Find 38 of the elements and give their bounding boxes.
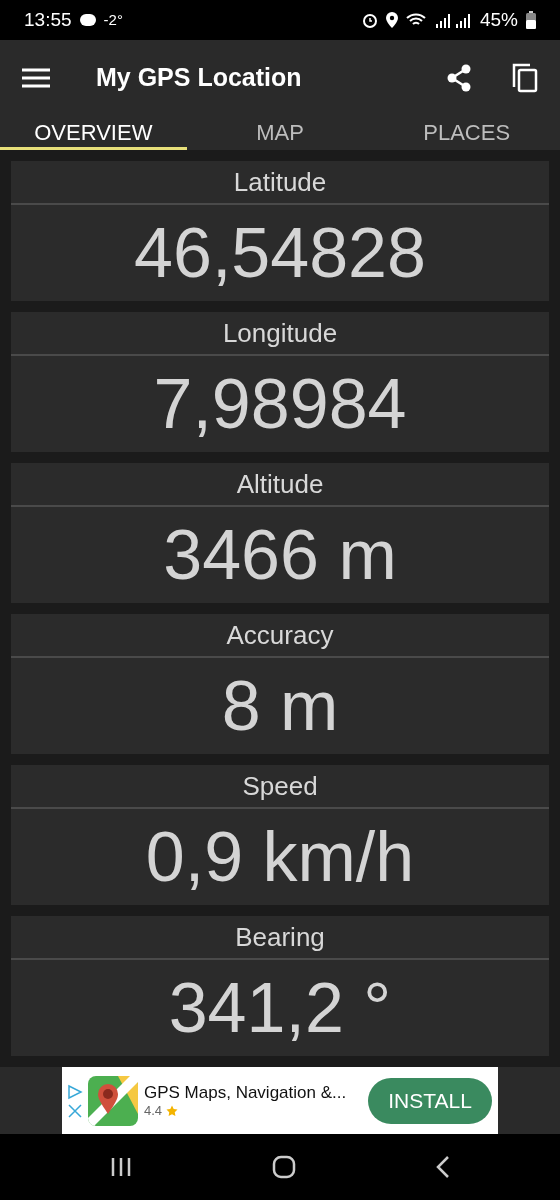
card-label: Accuracy — [11, 613, 549, 658]
location-icon — [385, 11, 398, 28]
ad-title: GPS Maps, Navigation &... — [144, 1083, 348, 1104]
watch-icon — [79, 12, 96, 27]
ad-banner[interactable]: GPS Maps, Navigation &... 4.4 INSTALL — [62, 1066, 498, 1135]
signal-icon — [433, 11, 472, 28]
home-icon[interactable] — [272, 1155, 296, 1180]
temperature: -2° — [103, 11, 123, 29]
card-value: 8 m — [220, 665, 340, 747]
status-time: 13:55 — [24, 8, 72, 31]
app-logo-icon — [88, 1075, 138, 1126]
copy-icon[interactable] — [512, 62, 538, 93]
card-value: 341,2 ° — [167, 967, 393, 1049]
install-button[interactable]: INSTALL — [368, 1077, 492, 1124]
card-label: Latitude — [11, 160, 549, 205]
ad-info-icon[interactable] — [67, 1083, 83, 1100]
tab[interactable]: MAP — [186, 115, 374, 150]
card-label: Longitude — [11, 311, 549, 356]
ad-rating: 4.4 — [144, 1103, 163, 1119]
card-value: 3466 m — [162, 514, 398, 596]
back-icon[interactable] — [436, 1156, 450, 1179]
battery-percent: 45% — [479, 8, 518, 31]
card-value: 0,9 km/h — [144, 816, 416, 898]
card-label: Bearing — [11, 915, 549, 960]
card-value: 46,54828 — [133, 212, 427, 294]
share-icon[interactable] — [446, 63, 472, 92]
alarm-icon — [361, 11, 378, 28]
card-value: 7,98984 — [152, 363, 408, 445]
recent-apps-icon[interactable] — [110, 1156, 132, 1179]
tab[interactable]: PLACES — [373, 115, 560, 150]
app-title: My GPS Location — [96, 63, 303, 93]
battery-icon — [526, 10, 536, 29]
menu-icon[interactable] — [22, 67, 50, 88]
star-icon — [166, 1104, 179, 1117]
close-icon[interactable] — [68, 1103, 82, 1118]
tab[interactable]: OVERVIEW — [0, 115, 187, 150]
card-label: Altitude — [11, 462, 549, 507]
card-label: Speed — [11, 764, 549, 809]
